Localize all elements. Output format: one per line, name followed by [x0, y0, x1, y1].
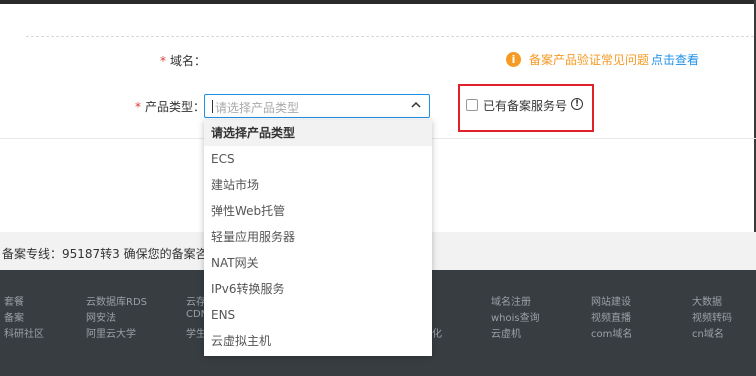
- footer-link[interactable]: whois查询: [491, 309, 540, 324]
- footer-link[interactable]: com域名: [591, 325, 632, 340]
- service-number-label[interactable]: 已有备案服务号: [483, 97, 567, 114]
- hotline-text: 备案专线：95187转3 确保您的备案咨询: [2, 247, 220, 261]
- footer-link[interactable]: 备案: [4, 309, 24, 324]
- notice-link[interactable]: 点击查看: [651, 51, 699, 68]
- dropdown-option[interactable]: ENS: [204, 302, 432, 328]
- footer-link[interactable]: 大数据: [692, 293, 722, 308]
- select-placeholder: 请选择产品类型: [215, 101, 300, 115]
- footer-link[interactable]: 网站建设: [591, 293, 631, 308]
- footer-link[interactable]: 域名注册: [491, 293, 531, 308]
- notice: i 备案产品验证常见问题 点击查看: [506, 50, 699, 68]
- info-icon[interactable]: !: [571, 98, 583, 110]
- dropdown-option[interactable]: 轻量应用服务器: [204, 224, 432, 250]
- product-type-select[interactable]: 请选择产品类型: [204, 94, 430, 118]
- footer-link[interactable]: 视频转码: [692, 309, 732, 324]
- footer-link[interactable]: 学生: [186, 325, 206, 340]
- dropdown-option[interactable]: IPv6转换服务: [204, 276, 432, 302]
- footer-link[interactable]: 网安法: [86, 309, 116, 324]
- footer-link[interactable]: cn域名: [692, 325, 724, 340]
- dropdown-option[interactable]: ECS: [204, 146, 432, 172]
- domain-label: * 域名：: [160, 52, 206, 69]
- footer-link[interactable]: 云存: [186, 293, 206, 308]
- dropdown-option[interactable]: NAT网关: [204, 250, 432, 276]
- footer-link[interactable]: 科研社区: [4, 325, 44, 340]
- dropdown-option[interactable]: 请选择产品类型: [204, 120, 432, 146]
- required-mark: *: [160, 54, 166, 68]
- footer-link[interactable]: 套餐: [4, 293, 24, 308]
- warning-icon: i: [506, 51, 521, 67]
- dashed-divider: [26, 36, 754, 37]
- product-type-label: * 产品类型：: [135, 98, 205, 115]
- required-mark: *: [135, 100, 141, 114]
- dropdown-option[interactable]: 云虚拟主机: [204, 328, 432, 354]
- footer-link[interactable]: 化: [432, 325, 442, 340]
- footer-link[interactable]: 视频直播: [591, 309, 631, 324]
- top-strip: [0, 0, 756, 4]
- text-caret: [212, 100, 213, 113]
- footer-link[interactable]: 云虚机: [491, 325, 521, 340]
- product-type-dropdown: 请选择产品类型 ECS 建站市场 弹性Web托管 轻量应用服务器 NAT网关 I…: [204, 120, 432, 356]
- dropdown-option[interactable]: 建站市场: [204, 172, 432, 198]
- domain-label-text: 域名：: [170, 54, 207, 68]
- product-type-label-text: 产品类型：: [145, 100, 206, 114]
- dropdown-option[interactable]: 弹性Web托管: [204, 198, 432, 224]
- footer-link[interactable]: 云数据库RDS: [86, 293, 147, 308]
- footer-link[interactable]: 阿里云大学: [86, 325, 136, 340]
- chevron-up-icon: [411, 101, 421, 108]
- service-number-checkbox[interactable]: [466, 99, 478, 111]
- notice-text: 备案产品验证常见问题: [529, 52, 650, 67]
